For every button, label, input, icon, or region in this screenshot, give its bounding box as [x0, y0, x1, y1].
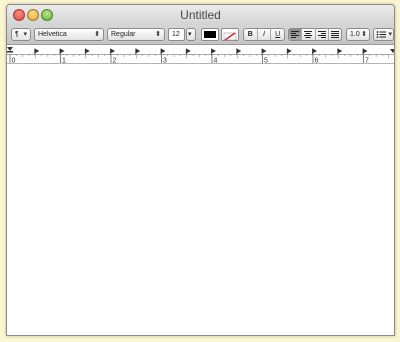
no-color-icon: [223, 32, 237, 41]
list-bullets-icon: [376, 31, 386, 38]
text-editor-window: Untitled ¶ ▾ Helvetica ⬍ Regular ⬍ 12 ▾: [6, 4, 395, 336]
justify-button[interactable]: [329, 29, 341, 40]
right-margin-marker[interactable]: [390, 49, 395, 53]
updown-chevron-icon: ⬍: [155, 31, 161, 38]
tab-stop-marker[interactable]: [186, 48, 191, 54]
first-line-indent-marker[interactable]: [7, 47, 13, 51]
align-center-icon: [304, 31, 313, 38]
ruler-scale: 01234567: [7, 47, 395, 64]
align-right-button[interactable]: [316, 29, 329, 40]
tab-stop-marker[interactable]: [337, 48, 343, 54]
window-title: Untitled: [180, 8, 221, 22]
alignment-control: [288, 28, 342, 41]
tab-stop-marker[interactable]: [312, 48, 318, 54]
tab-stop-marker[interactable]: [363, 48, 368, 54]
font-style-popup[interactable]: Regular ⬍: [107, 28, 165, 41]
tab-stop-marker[interactable]: [262, 48, 267, 54]
font-size-value: 12: [172, 31, 180, 38]
font-size-field[interactable]: 12: [168, 28, 185, 41]
tab-stop-marker[interactable]: [287, 48, 292, 54]
left-indent-marker[interactable]: [7, 51, 13, 53]
tab-stop-marker[interactable]: [85, 48, 90, 54]
updown-chevron-icon: ⬍: [94, 31, 100, 38]
document-text-area[interactable]: [7, 64, 394, 335]
tab-stop-marker[interactable]: [110, 48, 116, 54]
font-style-label: Regular: [111, 31, 136, 38]
paragraph-style-label: ¶: [15, 31, 19, 38]
underline-button[interactable]: U: [271, 29, 284, 40]
text-color-fill: [204, 31, 216, 38]
tab-stop-marker[interactable]: [60, 48, 65, 54]
format-toolbar: ¶ ▾ Helvetica ⬍ Regular ⬍ 12 ▾ B I U 1.0…: [7, 25, 394, 45]
background-color-well[interactable]: [221, 28, 239, 41]
align-left-icon: [291, 31, 300, 38]
italic-button[interactable]: I: [258, 29, 272, 40]
tab-stop-marker[interactable]: [34, 48, 40, 54]
bold-button[interactable]: B: [244, 29, 258, 40]
tab-stop-marker[interactable]: [135, 48, 141, 54]
text-color-well[interactable]: [201, 28, 219, 41]
font-size-menu-button[interactable]: ▾: [186, 28, 196, 41]
align-center-button[interactable]: [302, 29, 316, 40]
chevron-down-icon: ▾: [388, 31, 392, 38]
align-left-button[interactable]: [289, 29, 303, 40]
tab-stop-marker[interactable]: [161, 48, 166, 54]
title-bar[interactable]: Untitled: [7, 5, 394, 25]
list-style-popup[interactable]: ▾: [373, 28, 394, 41]
font-family-popup[interactable]: Helvetica ⬍: [34, 28, 104, 41]
text-emphasis-control: B I U: [243, 28, 285, 41]
tab-stop-marker[interactable]: [211, 48, 217, 54]
line-spacing-popup[interactable]: 1.0 ⬍: [346, 28, 370, 41]
align-right-icon: [317, 31, 326, 38]
tab-stop-marker[interactable]: [236, 48, 242, 54]
font-family-label: Helvetica: [38, 31, 67, 38]
line-spacing-label: 1.0: [350, 31, 360, 38]
ruler[interactable]: 01234567: [7, 46, 394, 64]
chevron-down-icon: ▾: [23, 31, 27, 38]
chevron-down-icon: ▾: [188, 31, 192, 38]
paragraph-style-popup[interactable]: ¶ ▾: [11, 28, 31, 41]
justify-icon: [330, 31, 339, 38]
updown-chevron-icon: ⬍: [361, 31, 367, 38]
